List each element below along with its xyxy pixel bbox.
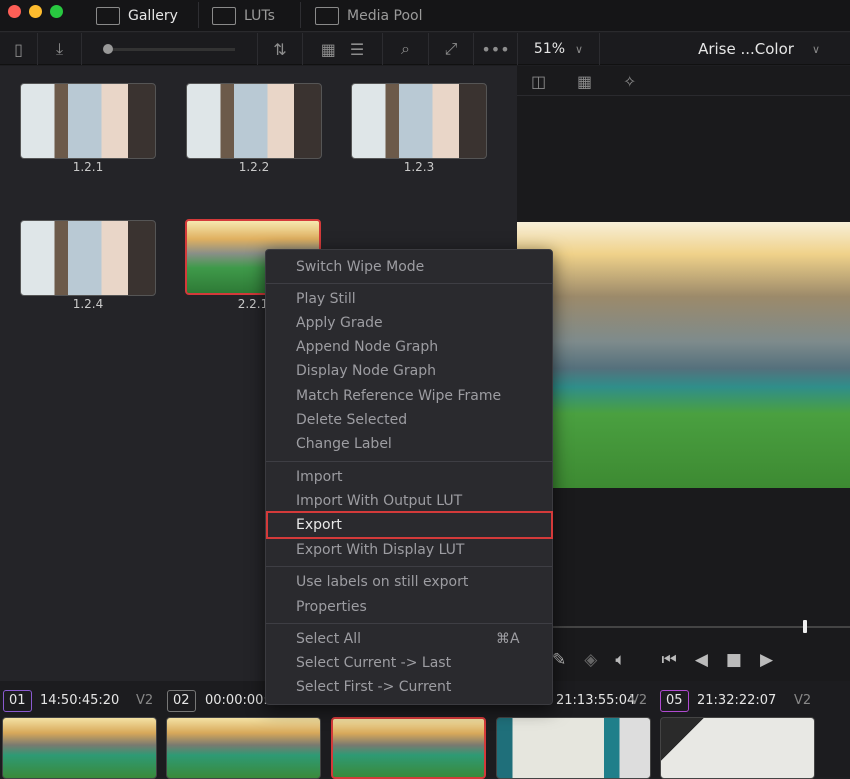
gallery-icon — [96, 7, 120, 25]
view-mode-group: ▦☰ — [303, 33, 383, 65]
menu-item-apply-grade[interactable]: Apply Grade — [296, 311, 383, 335]
menu-item-select-current-to-last[interactable]: Select Current -> Last — [296, 651, 451, 675]
still-thumbnail[interactable] — [186, 83, 322, 159]
sidebar-toggle-icon[interactable]: ▯ — [0, 33, 38, 65]
chevron-down-icon: ∨ — [575, 43, 583, 56]
minimize-window-button[interactable] — [29, 5, 42, 18]
menu-item-switch-wipe-mode[interactable]: Switch Wipe Mode — [296, 255, 424, 279]
skip-to-start-icon[interactable]: ⏮︎ — [662, 650, 677, 670]
split-screen-icon[interactable]: ◫ — [531, 72, 546, 91]
still-thumbnail[interactable] — [20, 83, 156, 159]
tab-label: Media Pool — [347, 8, 422, 24]
zoom-dropdown[interactable]: 51% ∨ — [518, 33, 600, 65]
clip-name-dropdown[interactable]: Arise ...Color ∨ — [600, 33, 850, 65]
divider — [300, 2, 301, 28]
menu-item-import[interactable]: Import — [296, 465, 342, 489]
clip-timecode: 00:00:00: — [205, 690, 268, 712]
divider — [517, 95, 850, 96]
menu-item-use-labels-on-still-export[interactable]: Use labels on still export — [296, 570, 468, 594]
menu-item-change-label[interactable]: Change Label — [296, 432, 392, 456]
still-label: 1.2.3 — [351, 160, 487, 174]
play-reverse-icon[interactable]: ◀ — [695, 650, 708, 670]
zoom-value: 51% — [534, 41, 565, 57]
clip-track: V2 — [794, 690, 811, 712]
menu-item-select-first-to-current[interactable]: Select First -> Current — [296, 675, 451, 699]
clip-thumbnail[interactable] — [496, 717, 651, 779]
clip-track: V2 — [136, 690, 153, 712]
menu-item-match-reference-wipe-frame[interactable]: Match Reference Wipe Frame — [296, 384, 501, 408]
still-thumbnail[interactable] — [351, 83, 487, 159]
menu-separator — [266, 283, 552, 284]
menu-separator — [266, 461, 552, 462]
title-bar: Gallery LUTs Media Pool — [0, 0, 850, 32]
magic-wand-icon[interactable]: ✧ — [623, 72, 636, 91]
clip-thumbnail-selected[interactable] — [331, 717, 486, 779]
clip-number: 05 — [660, 690, 689, 712]
still-label: 1.2.4 — [20, 297, 156, 311]
toolbar: ▯ ⤓ ⇅ ▦☰ ⌕ ⤢ ••• 51%∨ Arise ...Color∨ — [0, 33, 850, 65]
playhead[interactable] — [803, 620, 807, 633]
sort-icon[interactable]: ⇅ — [258, 33, 303, 65]
clip-name: Arise ...Color — [698, 40, 794, 58]
menu-separator — [266, 566, 552, 567]
grid-view-icon[interactable]: ▦ — [321, 40, 336, 59]
eyedropper-icon[interactable]: ✎ — [552, 650, 566, 670]
tab-label: LUTs — [244, 8, 275, 24]
menu-item-delete-selected[interactable]: Delete Selected — [296, 408, 407, 432]
slider-handle[interactable] — [103, 44, 113, 54]
thumbnail-size-slider[interactable] — [82, 33, 258, 65]
menu-item-properties[interactable]: Properties — [296, 595, 367, 619]
play-icon[interactable]: ▶ — [760, 650, 773, 670]
grid-icon[interactable]: ▦ — [577, 72, 592, 91]
clip-timecode: 21:13:55:04 — [556, 690, 635, 712]
still-label: 1.2.1 — [20, 160, 156, 174]
menu-item-export-with-display-lut[interactable]: Export With Display LUT — [296, 538, 464, 562]
tab-media-pool[interactable]: Media Pool — [315, 0, 422, 32]
menu-item-append-node-graph[interactable]: Append Node Graph — [296, 335, 438, 359]
clip-thumbnail[interactable] — [2, 717, 157, 779]
tab-label: Gallery — [128, 8, 178, 24]
menu-item-export[interactable]: Export — [296, 513, 342, 537]
clip-number: 02 — [167, 690, 196, 712]
luts-icon — [212, 7, 236, 25]
clip-thumbnail[interactable] — [660, 717, 815, 779]
grab-still-icon[interactable]: ⤓ — [38, 33, 82, 65]
transport-controls: ✎ ◈ 🔈︎ ⏮︎ ◀ ■ ▶ — [552, 650, 773, 670]
close-window-button[interactable] — [8, 5, 21, 18]
list-view-icon[interactable]: ☰ — [350, 40, 364, 59]
divider — [198, 2, 199, 28]
clip-number: 01 — [3, 690, 32, 712]
still-thumbnail[interactable] — [20, 220, 156, 296]
maximize-window-button[interactable] — [50, 5, 63, 18]
tab-luts[interactable]: LUTs — [212, 0, 275, 32]
menu-item-display-node-graph[interactable]: Display Node Graph — [296, 359, 436, 383]
media-pool-icon — [315, 7, 339, 25]
menu-item-play-still[interactable]: Play Still — [296, 287, 356, 311]
volume-icon[interactable]: 🔈︎ — [615, 650, 625, 670]
menu-item-import-with-output-lut[interactable]: Import With Output LUT — [296, 489, 462, 513]
tab-gallery[interactable]: Gallery — [96, 0, 178, 32]
viewer-image — [517, 222, 850, 488]
stop-icon[interactable]: ■ — [726, 650, 742, 670]
search-icon[interactable]: ⌕ — [383, 33, 429, 65]
still-label: 1.2.2 — [186, 160, 322, 174]
shortcut-label: ⌘A — [496, 627, 520, 651]
chevron-down-icon: ∨ — [812, 43, 820, 56]
clip-thumbnail[interactable] — [166, 717, 321, 779]
clip-track: V2 — [630, 690, 647, 712]
menu-separator — [266, 623, 552, 624]
clip-timecode: 21:32:22:07 — [697, 690, 776, 712]
clip-timecode: 14:50:45:20 — [40, 690, 119, 712]
layers-icon[interactable]: ◈ — [584, 650, 597, 670]
more-options-icon[interactable]: ••• — [474, 33, 518, 65]
menu-item-select-all[interactable]: Select All — [296, 627, 361, 651]
fullscreen-icon[interactable]: ⤢ — [429, 33, 474, 65]
context-menu: Switch Wipe Mode Play Still Apply Grade … — [265, 249, 553, 705]
